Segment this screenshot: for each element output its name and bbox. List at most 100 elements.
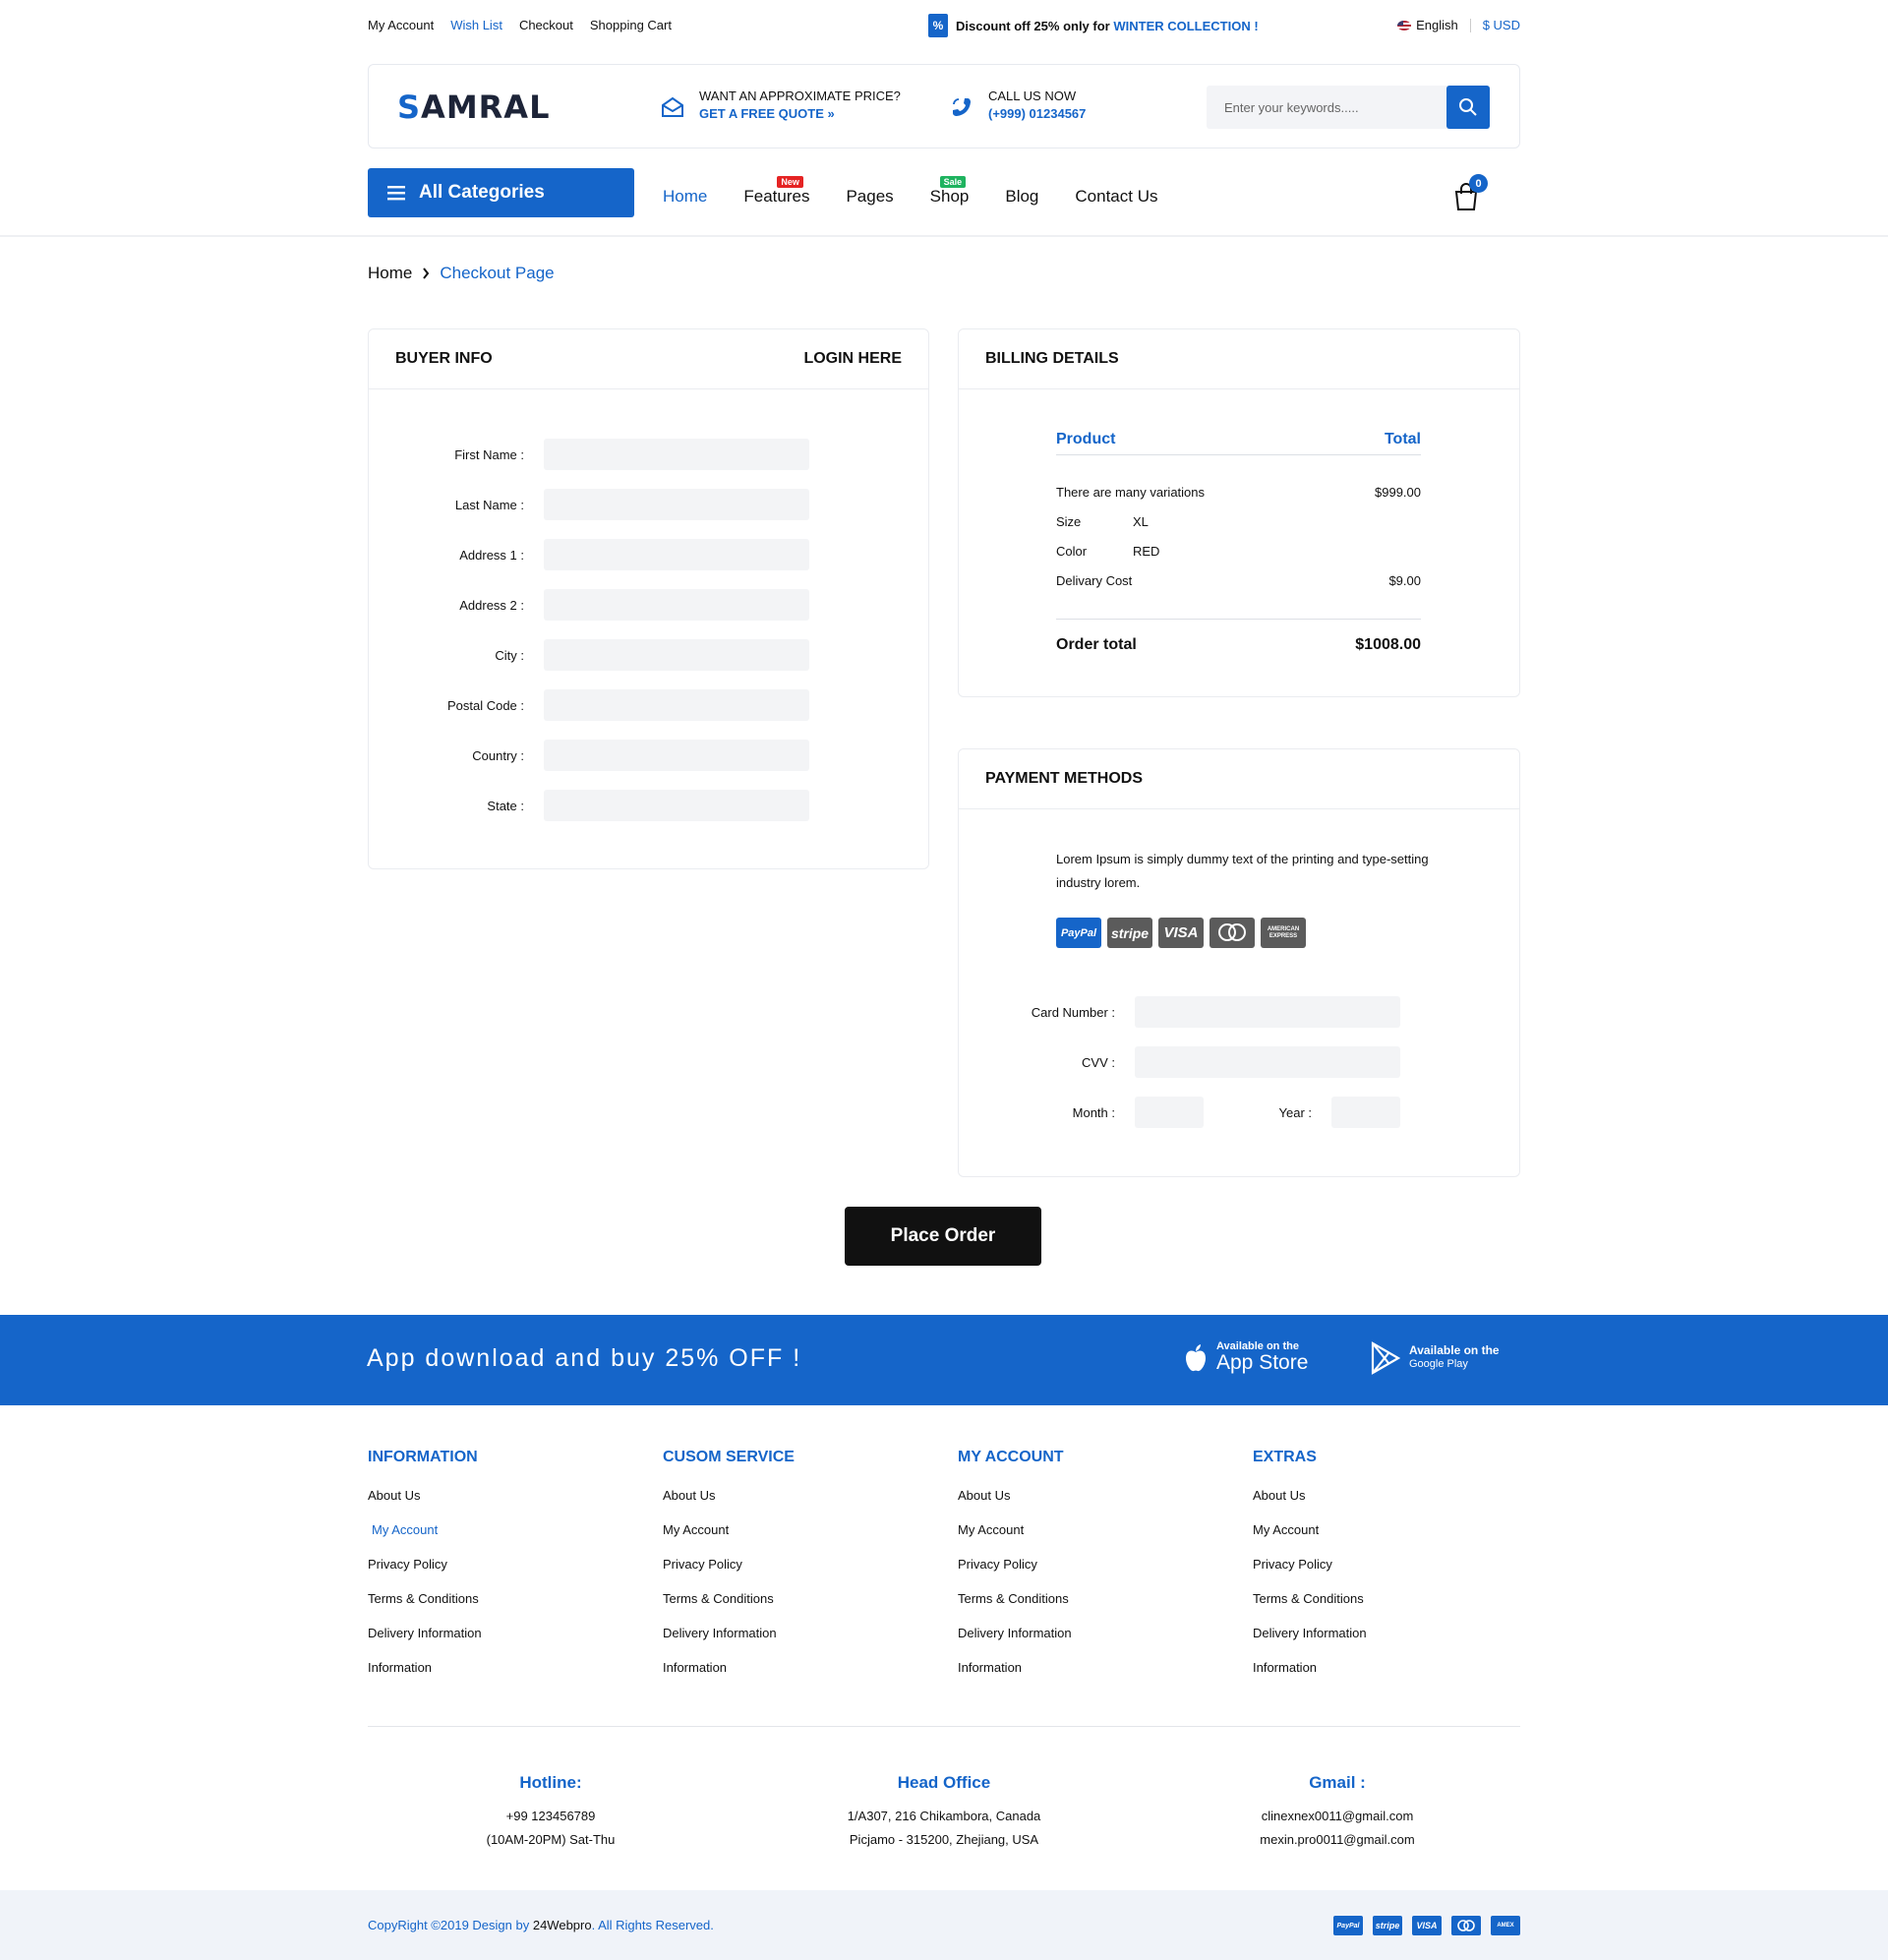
- head-office-block: Head Office 1/A307, 216 Chikambora, Cana…: [796, 1773, 1092, 1852]
- last-name-field[interactable]: [544, 489, 809, 520]
- free-quote-link[interactable]: GET A FREE QUOTE »: [699, 106, 901, 121]
- year-field[interactable]: [1331, 1097, 1400, 1128]
- billing-row-color: Color RED: [1056, 543, 1160, 559]
- first-name-field[interactable]: [544, 439, 809, 470]
- order-total-row: Order total $1008.00: [1056, 619, 1421, 654]
- footer-link[interactable]: Privacy Policy: [1253, 1557, 1332, 1572]
- place-order-button[interactable]: Place Order: [845, 1207, 1041, 1266]
- city-field[interactable]: [544, 639, 809, 671]
- menu-item-pages[interactable]: Pages: [846, 187, 893, 207]
- top-link-checkout[interactable]: Checkout: [519, 18, 573, 32]
- payment-title: PAYMENT METHODS: [985, 770, 1144, 787]
- top-link-wish-list[interactable]: Wish List: [450, 18, 502, 32]
- breadcrumb-home[interactable]: Home: [368, 264, 412, 283]
- footer-link[interactable]: My Account: [1253, 1522, 1319, 1537]
- percent-icon: %: [928, 14, 948, 37]
- main-menu: Home Features New Pages Shop Sale Blog Con…: [663, 176, 1157, 207]
- amex-icon[interactable]: AMERICAN EXPRESS: [1261, 918, 1306, 948]
- footer-link[interactable]: My Account: [368, 1522, 438, 1537]
- billing-row-item: There are many variations $999.00: [1056, 484, 1421, 500]
- footer-link[interactable]: Terms & Conditions: [368, 1591, 479, 1606]
- postal-code-field[interactable]: [544, 689, 809, 721]
- bottom-bar: CopyRight ©2019 Design by 24Webpro. All …: [0, 1890, 1888, 1960]
- envelope-open-icon: [660, 94, 685, 120]
- billing-row-size: Size XL: [1056, 513, 1149, 529]
- header-box: SAMRAL WANT AN APPROXIMATE PRICE? GET A …: [368, 64, 1520, 148]
- country-label: Country :: [472, 747, 524, 763]
- footer-link[interactable]: About Us: [958, 1488, 1010, 1503]
- promo-link[interactable]: WINTER COLLECTION !: [1113, 19, 1258, 33]
- paypal-icon[interactable]: PayPal: [1056, 918, 1101, 948]
- all-categories-button[interactable]: All Categories: [368, 168, 634, 217]
- hotline-block: Hotline: +99 123456789 (10AM-20PM) Sat-T…: [403, 1773, 698, 1852]
- city-label: City :: [495, 647, 524, 663]
- search-button[interactable]: [1446, 86, 1490, 129]
- cart-button[interactable]: 0: [1453, 174, 1488, 213]
- footer-column-my-account: MY ACCOUNT About Us My Account Privacy P…: [958, 1449, 1204, 1694]
- footer-column-extras: EXTRAS About Us My Account Privacy Polic…: [1253, 1449, 1499, 1694]
- menu-item-blog[interactable]: Blog: [1005, 187, 1038, 207]
- buyer-info-title: BUYER INFO: [395, 350, 493, 367]
- locale-switcher: English $ USD: [1397, 18, 1520, 32]
- menu-item-contact-us[interactable]: Contact Us: [1075, 187, 1157, 207]
- gmail-block: Gmail : clinexnex0011@gmail.com mexin.pr…: [1190, 1773, 1485, 1852]
- quote-block: WANT AN APPROXIMATE PRICE? GET A FREE QU…: [660, 89, 901, 121]
- chevron-right-icon: [423, 267, 430, 279]
- footer-link[interactable]: About Us: [368, 1488, 420, 1503]
- all-categories-label: All Categories: [419, 182, 545, 203]
- logo[interactable]: SAMRAL: [397, 89, 550, 126]
- footer-link[interactable]: Delivery Information: [958, 1626, 1072, 1640]
- footer-link[interactable]: Terms & Conditions: [663, 1591, 774, 1606]
- country-field[interactable]: [544, 740, 809, 771]
- quote-title: WANT AN APPROXIMATE PRICE?: [699, 89, 901, 103]
- footer-link[interactable]: Terms & Conditions: [958, 1591, 1069, 1606]
- footer-link[interactable]: My Account: [663, 1522, 729, 1537]
- footer-link[interactable]: Privacy Policy: [368, 1557, 447, 1572]
- language-select[interactable]: English: [1416, 18, 1458, 32]
- footer-link[interactable]: Privacy Policy: [958, 1557, 1037, 1572]
- footer-link[interactable]: Information: [1253, 1660, 1317, 1675]
- menu-item-home[interactable]: Home: [663, 187, 707, 207]
- menu-item-shop[interactable]: Shop Sale: [930, 176, 969, 207]
- menu-item-features[interactable]: Features New: [743, 176, 809, 207]
- footer-link[interactable]: Information: [368, 1660, 432, 1675]
- state-field[interactable]: [544, 790, 809, 821]
- top-bar: My Account Wish List Checkout Shopping C…: [368, 14, 1520, 37]
- office-line: 1/A307, 216 Chikambora, Canada: [847, 1809, 1041, 1823]
- address-1-field[interactable]: [544, 539, 809, 570]
- footer-link[interactable]: Terms & Conditions: [1253, 1591, 1364, 1606]
- footer-column-title: EXTRAS: [1253, 1449, 1317, 1465]
- search-input[interactable]: [1207, 86, 1446, 129]
- cvv-label: CVV :: [1082, 1054, 1115, 1070]
- google-play-badge[interactable]: Available on the Google Play: [1370, 1341, 1500, 1375]
- footer-link[interactable]: Privacy Policy: [663, 1557, 742, 1572]
- address-2-label: Address 2 :: [459, 597, 524, 613]
- cvv-field[interactable]: [1135, 1046, 1400, 1078]
- footer-link[interactable]: Delivery Information: [663, 1626, 777, 1640]
- currency-select[interactable]: $ USD: [1483, 18, 1520, 32]
- login-here-link[interactable]: LOGIN HERE: [803, 350, 902, 368]
- footer-column-title: CUSOM SERVICE: [663, 1449, 795, 1465]
- footer-link[interactable]: About Us: [663, 1488, 715, 1503]
- footer-link[interactable]: Information: [663, 1660, 727, 1675]
- top-link-my-account[interactable]: My Account: [368, 18, 434, 32]
- footer-link[interactable]: About Us: [1253, 1488, 1305, 1503]
- top-link-shopping-cart[interactable]: Shopping Cart: [590, 18, 672, 32]
- footer-column-title: MY ACCOUNT: [958, 1449, 1064, 1465]
- call-number[interactable]: (+999) 01234567: [988, 106, 1086, 121]
- address-2-field[interactable]: [544, 589, 809, 621]
- gmail-line: mexin.pro0011@gmail.com: [1260, 1832, 1415, 1847]
- footer-link[interactable]: Information: [958, 1660, 1022, 1675]
- year-label: Year :: [1278, 1104, 1313, 1120]
- footer-link[interactable]: Delivery Information: [368, 1626, 482, 1640]
- promo-banner: % Discount off 25% only for WINTER COLLE…: [928, 14, 1259, 37]
- visa-icon[interactable]: VISA: [1158, 918, 1204, 948]
- app-store-badge[interactable]: Available on the App Store: [1183, 1341, 1308, 1374]
- stripe-icon[interactable]: stripe: [1107, 918, 1152, 948]
- mastercard-icon[interactable]: [1210, 918, 1255, 948]
- header-divider: [0, 235, 1888, 237]
- month-field[interactable]: [1135, 1097, 1204, 1128]
- card-number-field[interactable]: [1135, 996, 1400, 1028]
- footer-link[interactable]: My Account: [958, 1522, 1024, 1537]
- footer-link[interactable]: Delivery Information: [1253, 1626, 1367, 1640]
